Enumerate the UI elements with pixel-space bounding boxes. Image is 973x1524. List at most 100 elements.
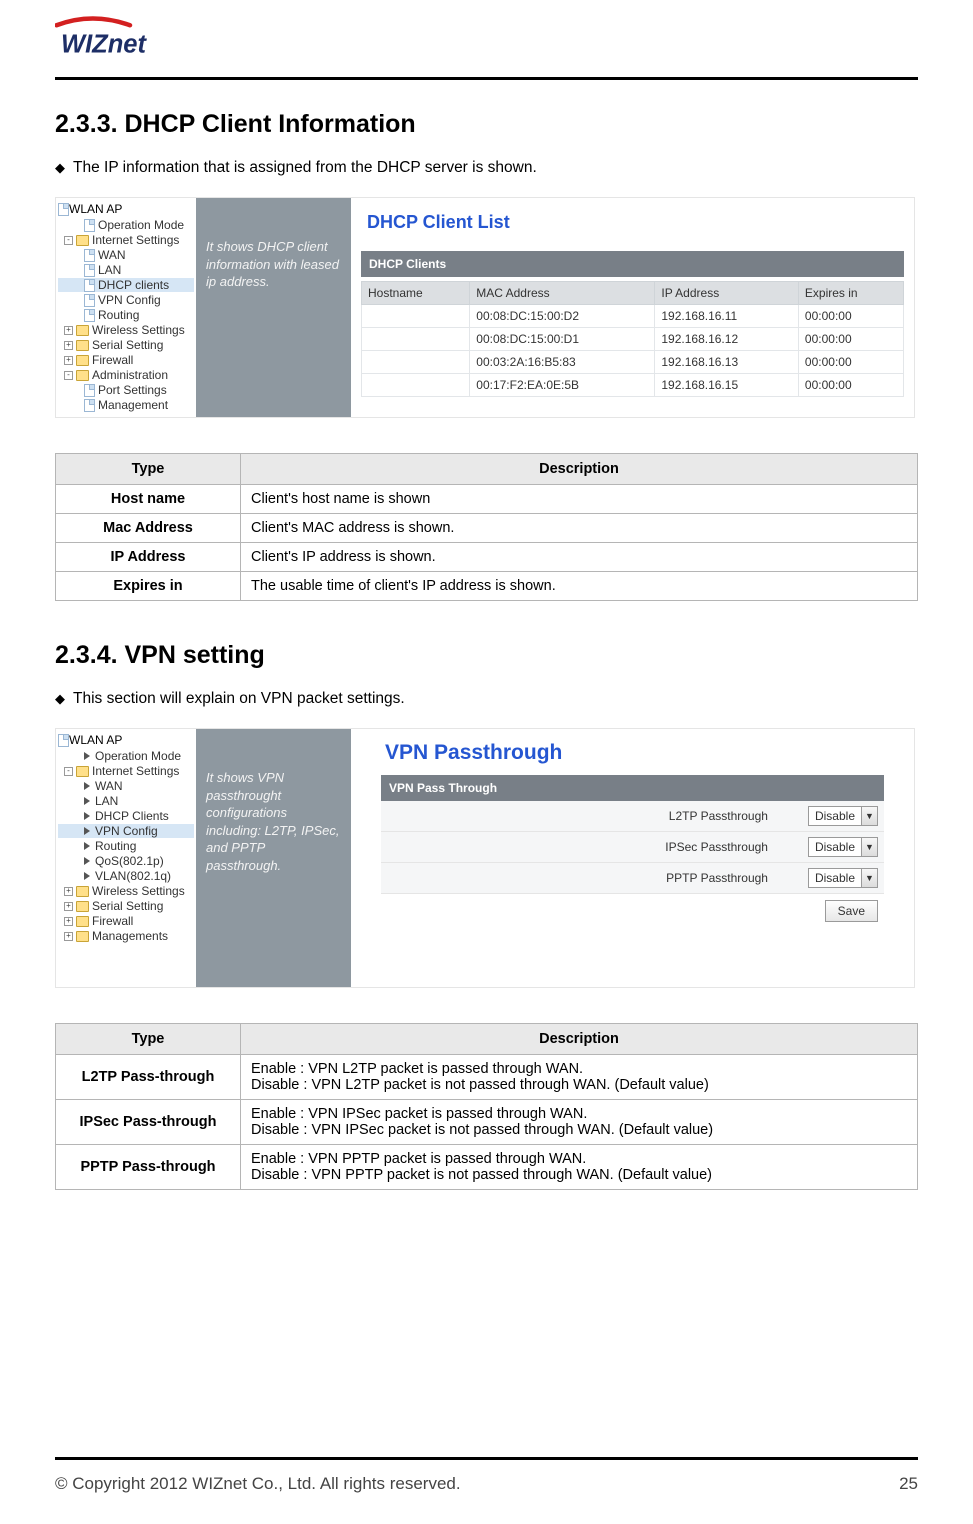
- vpn-setting-label: IPSec Passthrough: [387, 840, 798, 854]
- table-cell: 00:08:DC:15:00:D2: [470, 305, 655, 328]
- table-cell: [362, 305, 470, 328]
- tree-item[interactable]: + Firewall: [58, 914, 194, 928]
- tree-item[interactable]: VPN Config: [58, 293, 194, 307]
- tree-item[interactable]: QoS(802.1p): [58, 854, 194, 868]
- tree-item-label: Routing: [98, 308, 139, 322]
- wiznet-logo: WIZnet: [55, 15, 205, 70]
- tree-item[interactable]: - Administration: [58, 368, 194, 382]
- dhcp-grey-panel: It shows DHCP client information with le…: [196, 198, 351, 417]
- expander-icon[interactable]: +: [64, 887, 73, 896]
- tree-item-label: WAN: [98, 248, 126, 262]
- table-cell: [362, 328, 470, 351]
- dhcp-header-bar: DHCP Clients: [361, 251, 904, 277]
- tree-item[interactable]: +Firewall: [58, 353, 194, 367]
- tree-item[interactable]: -Internet Settings: [58, 233, 194, 247]
- expander-icon[interactable]: +: [64, 356, 73, 365]
- page-icon: [84, 264, 95, 277]
- expander-icon[interactable]: +: [64, 902, 73, 911]
- prop-type-cell: Host name: [56, 485, 241, 514]
- tree-item-label: DHCP clients: [98, 278, 169, 292]
- tree-item[interactable]: LAN: [58, 794, 194, 808]
- vpn-save-row: Save: [381, 894, 884, 928]
- folder-icon: [76, 931, 89, 942]
- tree-item[interactable]: WAN: [58, 248, 194, 262]
- tree-item[interactable]: Operation Mode: [58, 218, 194, 232]
- bullet-233-text: The IP information that is assigned from…: [73, 159, 537, 177]
- folder-icon: [76, 235, 89, 246]
- prop-header: Type: [56, 454, 241, 485]
- bullet-234: ◆ This section will explain on VPN packe…: [55, 690, 918, 708]
- tree-item[interactable]: -Internet Settings: [58, 764, 194, 778]
- table-cell: 192.168.16.15: [655, 374, 799, 397]
- tree-item-label: VPN Config: [98, 293, 161, 307]
- dhcp-prop-table: TypeDescriptionHost nameClient's host na…: [55, 453, 918, 601]
- tree-item-label: Port Settings: [98, 383, 167, 397]
- folder-icon: [76, 355, 89, 366]
- folder-icon: [76, 370, 89, 381]
- table-cell: 192.168.16.13: [655, 351, 799, 374]
- page-icon: [84, 219, 95, 232]
- tree-item[interactable]: +Wireless Settings: [58, 323, 194, 337]
- expander-icon[interactable]: -: [64, 371, 73, 380]
- folder-icon: [76, 886, 89, 897]
- tree-item-label: Administration: [92, 368, 168, 382]
- vpn-setting-dropdown[interactable]: Disable▼: [808, 806, 878, 826]
- heading-233: 2.3.3. DHCP Client Information: [55, 110, 918, 139]
- vpn-setting-dropdown[interactable]: Disable▼: [808, 868, 878, 888]
- tree-item[interactable]: VPN Config: [58, 824, 194, 838]
- tree-item[interactable]: LAN: [58, 263, 194, 277]
- tree-item[interactable]: Management: [58, 398, 194, 412]
- tree-item[interactable]: DHCP clients: [58, 278, 194, 292]
- tree-item-label: Firewall: [92, 914, 133, 928]
- tree-item-label: DHCP Clients: [95, 809, 169, 823]
- tree-item[interactable]: Port Settings: [58, 383, 194, 397]
- arrow-icon: [84, 812, 90, 820]
- tree-item[interactable]: +Managements: [58, 929, 194, 943]
- expander-icon[interactable]: +: [64, 326, 73, 335]
- arrow-icon: [84, 827, 90, 835]
- tree-item[interactable]: Routing: [58, 308, 194, 322]
- tree-item[interactable]: DHCP Clients: [58, 809, 194, 823]
- page-footer: © Copyright 2012 WIZnet Co., Ltd. All ri…: [55, 1457, 918, 1494]
- arrow-icon: [84, 752, 90, 760]
- tree-item[interactable]: WAN: [58, 779, 194, 793]
- tree-root[interactable]: WLAN AP: [58, 733, 194, 747]
- page-icon: [84, 399, 95, 412]
- table-cell: 00:00:00: [798, 351, 903, 374]
- vpn-form-box: VPN Pass Through L2TP PassthroughDisable…: [381, 775, 884, 928]
- expander-icon[interactable]: -: [64, 767, 73, 776]
- tree-item-label: VPN Config: [95, 824, 158, 838]
- table-row: 00:03:2A:16:B5:83192.168.16.1300:00:00: [362, 351, 904, 374]
- prop-desc-cell: Enable : VPN IPSec packet is passed thro…: [241, 1100, 918, 1145]
- tree-item-label: Routing: [95, 839, 136, 853]
- expander-icon[interactable]: +: [64, 917, 73, 926]
- prop-header: Type: [56, 1024, 241, 1055]
- save-button[interactable]: Save: [825, 900, 878, 922]
- table-cell: 00:00:00: [798, 305, 903, 328]
- dropdown-value: Disable: [809, 871, 861, 885]
- arrow-icon: [84, 842, 90, 850]
- table-row: Expires inThe usable time of client's IP…: [56, 572, 918, 601]
- expander-icon[interactable]: +: [64, 341, 73, 350]
- tree-item[interactable]: + Serial Setting: [58, 899, 194, 913]
- tree-item-label: Operation Mode: [98, 218, 184, 232]
- tree-item[interactable]: +Serial Setting: [58, 338, 194, 352]
- table-row: IPSec Pass-throughEnable : VPN IPSec pac…: [56, 1100, 918, 1145]
- dhcp-col-header: Hostname: [362, 282, 470, 305]
- tree-item-label: Serial Setting: [92, 899, 163, 913]
- arrow-icon: [84, 857, 90, 865]
- nav-tree-2: WLAN AP Operation Mode-Internet SettingsW…: [56, 729, 196, 987]
- tree-item[interactable]: Operation Mode: [58, 749, 194, 763]
- tree-item[interactable]: +Wireless Settings: [58, 884, 194, 898]
- expander-icon[interactable]: -: [64, 236, 73, 245]
- expander-icon[interactable]: +: [64, 932, 73, 941]
- tree-item[interactable]: VLAN(802.1q): [58, 869, 194, 883]
- prop-type-cell: IPSec Pass-through: [56, 1100, 241, 1145]
- vpn-setting-dropdown[interactable]: Disable▼: [808, 837, 878, 857]
- tree-item[interactable]: Routing: [58, 839, 194, 853]
- prop-desc-cell: Client's host name is shown: [241, 485, 918, 514]
- vpn-setting-label: PPTP Passthrough: [387, 871, 798, 885]
- tree-item-label: WAN: [95, 779, 123, 793]
- table-row: IP AddressClient's IP address is shown.: [56, 543, 918, 572]
- tree-root[interactable]: WLAN AP: [58, 202, 194, 216]
